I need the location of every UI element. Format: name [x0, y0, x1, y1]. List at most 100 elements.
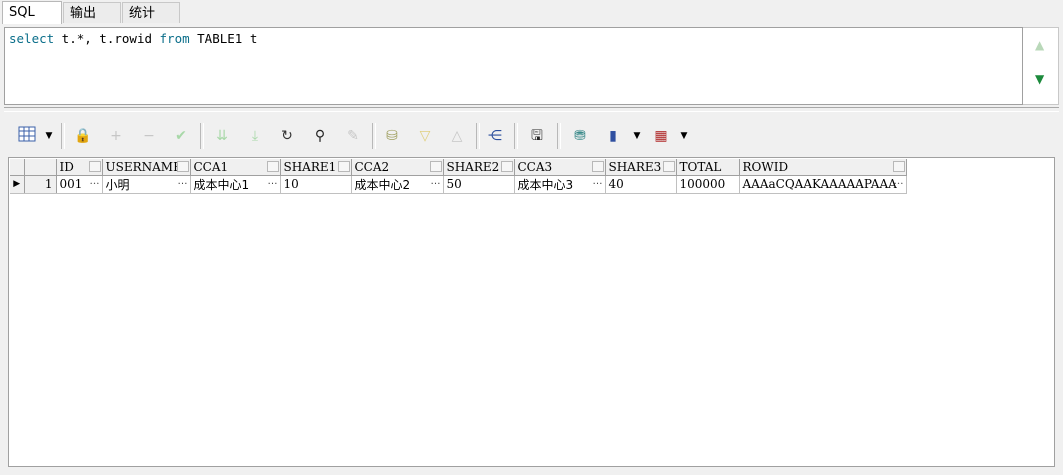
column-header[interactable]: ROWID [739, 159, 907, 176]
cell-value: 50 [446, 177, 462, 191]
export-icon[interactable]: ⛃ [569, 125, 591, 147]
column-header-label: CCA3 [517, 159, 553, 174]
add-record-icon[interactable]: + [105, 125, 127, 147]
table-view-dropdown-icon[interactable]: ▼ [679, 125, 689, 147]
cell-value: 10 [283, 177, 299, 191]
save-icon[interactable]: 🖫 [526, 125, 548, 147]
cell-cca1[interactable]: 成本中心1 … [190, 175, 281, 194]
column-filter-button[interactable] [176, 161, 189, 172]
column-filter-button[interactable] [500, 161, 513, 172]
cell-edit-button[interactable]: … [90, 176, 100, 187]
previous-record-icon[interactable]: △ [446, 125, 468, 147]
find-icon[interactable]: ⚲ [309, 125, 331, 147]
column-header[interactable]: USERNAME [102, 159, 191, 176]
cell-share3[interactable]: 40 [605, 175, 677, 194]
tab-bar: SQL 输出 统计 [0, 0, 1063, 24]
cell-edit-button[interactable]: … [431, 176, 441, 187]
grid-layout-icon[interactable] [16, 125, 38, 147]
column-header-label: ID [59, 159, 74, 174]
column-header-label: USERNAME [105, 159, 182, 174]
column-header-label: ROWID [742, 159, 789, 174]
lock-icon[interactable]: 🔒 [72, 125, 94, 147]
sql-editor[interactable]: select t.*, t.rowid from TABLE1 t [4, 27, 1023, 105]
toolbar-separator [372, 123, 376, 149]
column-filter-button[interactable] [429, 161, 442, 172]
sql-columns-text: t.*, t.rowid [54, 31, 160, 46]
toolbar-separator [514, 123, 518, 149]
column-filter-button[interactable] [662, 161, 675, 172]
cell-value: 小明 [105, 177, 130, 192]
arrow-down-icon[interactable]: ▼ [1035, 72, 1044, 86]
column-filter-button[interactable] [591, 161, 604, 172]
cell-edit-button[interactable]: … [178, 176, 188, 187]
header-row: ID USERNAME CCA1 SHARE1 CCA2 SHARE2 CCA3… [10, 159, 907, 176]
result-toolbar: ▼ 🔒 + − ✔ ⇊ ⤓ ↻ ⚲ ✎ ⛁ ▽ △ ⋲ 🖫 ⛃ ▮ ▼ ▦ ▼ [12, 121, 1052, 151]
cell-share2[interactable]: 50 [443, 175, 515, 194]
post-changes-icon[interactable]: ✔ [170, 125, 192, 147]
fetch-next-icon[interactable]: ⇊ [211, 125, 233, 147]
tab-sql[interactable]: SQL [2, 1, 62, 24]
column-filter-button[interactable] [266, 161, 279, 172]
sql-keyword-select: select [9, 31, 55, 46]
result-grid[interactable]: ID USERNAME CCA1 SHARE1 CCA2 SHARE2 CCA3… [8, 157, 1055, 467]
cell-value: 100000 [679, 177, 726, 191]
column-header[interactable]: CCA3 [514, 159, 606, 176]
column-header[interactable]: CCA2 [351, 159, 444, 176]
remove-record-icon[interactable]: − [138, 125, 160, 147]
column-header-label: CCA2 [354, 159, 390, 174]
chart-icon[interactable]: ▮ [602, 125, 624, 147]
clear-icon[interactable]: ✎ [342, 125, 364, 147]
column-header[interactable]: SHARE1 [280, 159, 352, 176]
next-record-icon[interactable]: ▽ [414, 125, 436, 147]
relations-icon[interactable]: ⋲ [484, 125, 506, 147]
cell-cca2[interactable]: 成本中心2 … [351, 175, 444, 194]
cell-edit-button[interactable]: … [268, 176, 278, 187]
column-header-label: TOTAL [679, 159, 722, 174]
table-view-icon[interactable]: ▦ [650, 125, 672, 147]
toolbar-separator [476, 123, 480, 149]
cell-rowid[interactable]: AAAaCQAAKAAAAAPAAA… [739, 175, 907, 194]
sql-text[interactable]: select t.*, t.rowid from TABLE1 t [9, 31, 257, 46]
column-header[interactable]: SHARE3 [605, 159, 677, 176]
cell-total[interactable]: 100000 [676, 175, 740, 194]
column-header[interactable]: ID [56, 159, 103, 176]
column-header-label: SHARE3 [608, 159, 662, 174]
current-row-indicator-icon: ▶ [10, 175, 25, 194]
row-number: 1 [24, 175, 57, 194]
column-header-label: SHARE1 [283, 159, 337, 174]
result-table: ID USERNAME CCA1 SHARE1 CCA2 SHARE2 CCA3… [10, 159, 907, 194]
panel-splitter[interactable] [4, 107, 1059, 112]
cell-edit-button[interactable]: … [894, 176, 904, 187]
grid-layout-dropdown-icon[interactable]: ▼ [44, 125, 54, 147]
cell-id[interactable]: 001… [56, 175, 103, 194]
refresh-icon[interactable]: ↻ [276, 125, 298, 147]
toolbar-separator [557, 123, 561, 149]
cell-value: 成本中心2 [354, 177, 411, 192]
indicator-header [10, 159, 25, 176]
column-filter-button[interactable] [88, 161, 101, 172]
sql-table-text: TABLE1 t [189, 31, 258, 46]
table-row[interactable]: ▶ 1 001… 小明… 成本中心1… 10 成本中心2… 50 成本中心3… … [10, 175, 907, 194]
column-header-label: SHARE2 [446, 159, 500, 174]
chart-dropdown-icon[interactable]: ▼ [632, 125, 642, 147]
column-filter-button[interactable] [892, 161, 905, 172]
editor-side-panel: ▲ ▼ [1023, 27, 1059, 105]
column-header-label: CCA1 [193, 159, 229, 174]
tab-statistics[interactable]: 统计 [122, 2, 180, 23]
column-header[interactable]: CCA1 [190, 159, 281, 176]
column-filter-button[interactable] [337, 161, 350, 172]
column-header[interactable]: SHARE2 [443, 159, 515, 176]
sql-keyword-from: from [159, 31, 190, 46]
cell-username[interactable]: 小明 … [102, 175, 191, 194]
cell-edit-button[interactable]: … [593, 176, 603, 187]
cell-share1[interactable]: 10 [280, 175, 352, 194]
fetch-last-icon[interactable]: ⤓ [244, 125, 266, 147]
cell-value: 成本中心3 [517, 177, 574, 192]
arrow-up-icon[interactable]: ▲ [1035, 38, 1044, 52]
query-by-example-icon[interactable]: ⛁ [381, 125, 403, 147]
rownum-header [24, 159, 57, 176]
column-header[interactable]: TOTAL [676, 159, 740, 176]
cell-cca3[interactable]: 成本中心3 … [514, 175, 606, 194]
tab-output[interactable]: 输出 [63, 2, 121, 23]
cell-value: 成本中心1 [193, 177, 250, 192]
